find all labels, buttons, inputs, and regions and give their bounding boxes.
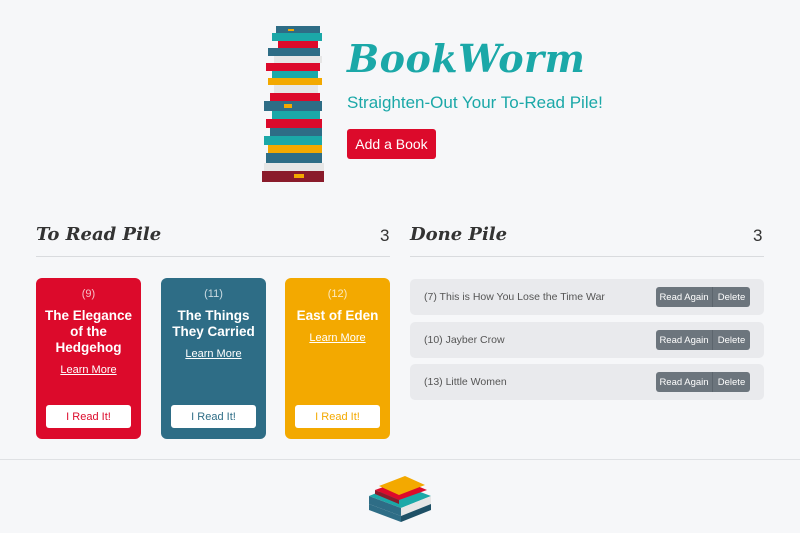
- done-list-item: (7) This is How You Lose the Time War Re…: [410, 279, 764, 315]
- book-number: (11): [204, 288, 223, 300]
- learn-more-link[interactable]: Learn More: [185, 348, 241, 360]
- learn-more-link[interactable]: Learn More: [309, 332, 365, 344]
- footer-divider: [0, 459, 800, 460]
- book-number: (9): [81, 288, 96, 300]
- book-title: East of Eden: [296, 308, 379, 323]
- to-read-count: 3: [380, 226, 390, 245]
- book-card: (12) East of Eden Learn More I Read It!: [285, 278, 390, 439]
- book-card: (11) The Things They Carried Learn More …: [161, 278, 266, 439]
- add-book-button[interactable]: Add a Book: [347, 129, 436, 159]
- done-list-item: (10) Jayber Crow Read Again Delete: [410, 322, 764, 358]
- i-read-it-button[interactable]: I Read It!: [295, 405, 380, 428]
- done-book-text: (7) This is How You Lose the Time War: [424, 291, 605, 303]
- done-book-text: (13) Little Women: [424, 376, 507, 388]
- delete-button[interactable]: Delete: [713, 372, 750, 392]
- learn-more-link[interactable]: Learn More: [60, 364, 116, 376]
- to-read-divider: [36, 256, 390, 257]
- read-again-button[interactable]: Read Again: [656, 330, 713, 350]
- delete-button[interactable]: Delete: [713, 330, 750, 350]
- book-stack-icon: [262, 26, 324, 182]
- done-actions: Read Again Delete: [656, 330, 750, 350]
- done-count: 3: [753, 226, 763, 245]
- done-title: Done Pile: [410, 224, 508, 245]
- done-divider: [410, 256, 764, 257]
- to-read-title: To Read Pile: [36, 224, 162, 245]
- delete-button[interactable]: Delete: [713, 287, 750, 307]
- done-actions: Read Again Delete: [656, 287, 750, 307]
- book-card: (9) The Elegance of the Hedgehog Learn M…: [36, 278, 141, 439]
- read-again-button[interactable]: Read Again: [656, 287, 713, 307]
- app-tagline: Straighten-Out Your To-Read Pile!: [347, 93, 603, 112]
- book-number: (12): [327, 288, 348, 300]
- done-book-text: (10) Jayber Crow: [424, 334, 505, 346]
- done-list-item: (13) Little Women Read Again Delete: [410, 364, 764, 400]
- done-actions: Read Again Delete: [656, 372, 750, 392]
- read-again-button[interactable]: Read Again: [656, 372, 713, 392]
- app-title: BookWorm: [347, 36, 586, 81]
- i-read-it-button[interactable]: I Read It!: [171, 405, 256, 428]
- i-read-it-button[interactable]: I Read It!: [46, 405, 131, 428]
- book-title: The Elegance of the Hedgehog: [44, 308, 133, 355]
- book-title: The Things They Carried: [172, 308, 255, 339]
- books-icon: [369, 476, 431, 522]
